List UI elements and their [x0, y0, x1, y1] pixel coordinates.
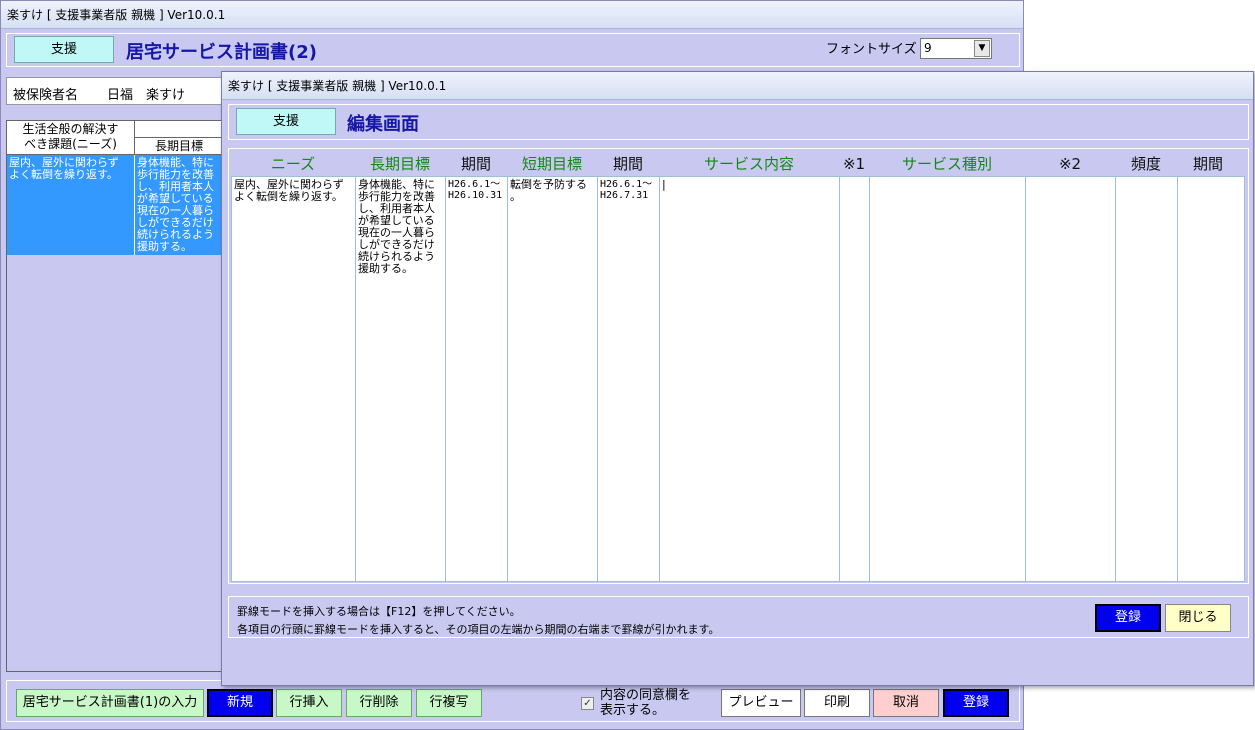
print-button[interactable]: 印刷 [804, 689, 870, 717]
close-button[interactable]: 閉じる [1165, 604, 1231, 632]
col-header-frequency: 頻度 [1130, 155, 1161, 173]
insured-name: 日福 楽すけ [107, 88, 186, 103]
edit-grid: ニーズ 長期目標 期間 短期目標 期間 サービス内容 ※1 サービス種別 ※2 … [228, 148, 1249, 584]
copy-row-button[interactable]: 行複写 [416, 689, 482, 717]
cell-service-type[interactable] [870, 177, 1026, 581]
long-goal-cell[interactable]: 身体機能、特に 歩行能力を改善 し、利用者本人 が希望している 現在の一人暮ら … [135, 155, 223, 255]
insured-name-row: 被保険者名 日福 楽すけ [6, 77, 236, 105]
preview-button[interactable]: プレビュー [721, 689, 801, 717]
insert-row-button[interactable]: 行挿入 [276, 689, 342, 717]
cell-short-period[interactable]: H26.6.1～ H26.7.31 [598, 177, 660, 581]
plan1-input-button[interactable]: 居宅サービス計画書(1)の入力 [16, 689, 204, 717]
col-header-service-type: サービス種別 [901, 155, 992, 173]
font-size-label: フォントサイズ [826, 42, 917, 57]
col-header-note2: ※2 [1058, 155, 1082, 173]
header-spacer [135, 121, 223, 137]
notice-panel: 罫線モードを挿入する場合は【F12】を押してください。 各項目の行頭に罫線モード… [228, 596, 1249, 638]
consent-checkbox[interactable]: ✓ [581, 697, 594, 710]
cell-long-period[interactable]: H26.6.1～ H26.10.31 [446, 177, 508, 581]
font-size-select[interactable]: 9 ▼ [920, 38, 992, 59]
notice-line-2: 各項目の行頭に罫線モードを挿入すると、その項目の左端から期間の右端まで罫線が引か… [237, 623, 720, 636]
needs-cell[interactable]: 屋内、屋外に関わらず よく転倒を繰り返す。 [7, 155, 135, 255]
col-header-needs: ニーズ [270, 155, 316, 173]
col-header-short-goal: 短期目標 [521, 155, 582, 173]
col-header-period: 期間 [1192, 155, 1223, 173]
consent-label: 内容の同意欄を 表示する。 [600, 688, 692, 718]
delete-row-button[interactable]: 行削除 [346, 689, 412, 717]
notice-line-1: 罫線モードを挿入する場合は【F12】を押してください。 [237, 605, 521, 618]
register-button[interactable]: 登録 [943, 689, 1009, 717]
edit-grid-body: 屋内、屋外に関わらず よく転倒を繰り返す。 身体機能、特に 歩行能力を改善 し、… [231, 176, 1245, 582]
font-size-value: 9 [924, 41, 932, 55]
chevron-down-icon[interactable]: ▼ [974, 40, 990, 57]
insured-label: 被保険者名 [13, 88, 79, 103]
cell-period[interactable] [1178, 177, 1244, 581]
col-header-short-period: 期間 [612, 155, 643, 173]
edit-register-button[interactable]: 登録 [1095, 604, 1161, 632]
col-header-note1: ※1 [842, 155, 866, 173]
cell-note1[interactable] [840, 177, 870, 581]
cancel-button[interactable]: 取消 [873, 689, 939, 717]
back-plan-grid: 生活全般の解決す べき課題(ニーズ) 長期目標 屋内、屋外に関わらず よく転倒を… [6, 120, 223, 672]
edit-support-mode-button[interactable]: 支援 [236, 108, 336, 135]
back-window-titlebar: 楽すけ [ 支援事業者版 親機 ] Ver10.0.1 [1, 1, 1023, 29]
col-header-service: サービス内容 [703, 155, 794, 173]
edit-window: 楽すけ [ 支援事業者版 親機 ] Ver10.0.1 支援 編集画面 ニーズ … [221, 71, 1254, 686]
edit-window-title: 編集画面 [347, 114, 419, 135]
cell-service[interactable]: | [660, 177, 840, 581]
needs-column-header: 生活全般の解決す べき課題(ニーズ) [7, 121, 135, 155]
col-header-long-period: 期間 [460, 155, 491, 173]
col-header-long-goal: 長期目標 [369, 155, 430, 173]
cell-note2[interactable] [1026, 177, 1116, 581]
edit-window-titlebar: 楽すけ [ 支援事業者版 親機 ] Ver10.0.1 [222, 72, 1253, 100]
new-button[interactable]: 新規 [207, 689, 273, 717]
cell-short-goal[interactable]: 転倒を予防する 。 [508, 177, 598, 581]
page-title: 居宅サービス計画書(2) [126, 42, 317, 63]
support-mode-button[interactable]: 支援 [14, 36, 114, 63]
cell-needs[interactable]: 屋内、屋外に関わらず よく転倒を繰り返す。 [232, 177, 356, 581]
cell-frequency[interactable] [1116, 177, 1178, 581]
edit-header-panel: 支援 編集画面 [228, 104, 1249, 140]
cell-long-goal[interactable]: 身体機能、特に 歩行能力を改善 し、利用者本人 が希望している 現在の一人暮ら … [356, 177, 446, 581]
long-goal-column-header: 長期目標 [135, 137, 223, 155]
